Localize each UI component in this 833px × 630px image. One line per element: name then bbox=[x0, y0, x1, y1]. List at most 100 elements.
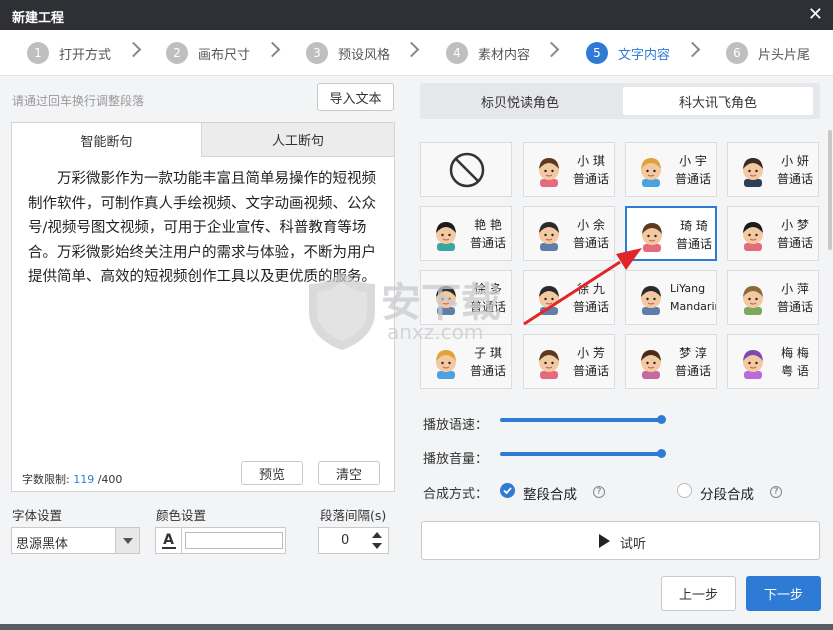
text-color-icon[interactable]: A bbox=[156, 528, 182, 553]
voice-type-label: 普通话 bbox=[674, 172, 711, 186]
voice-name: 小 萍普通话 bbox=[772, 280, 818, 316]
tab-manual-segment[interactable]: 人工断句 bbox=[202, 123, 394, 157]
clear-button[interactable]: 清空 bbox=[318, 461, 380, 485]
tab-smart-segment[interactable]: 智能断句 bbox=[12, 123, 202, 157]
woman-purple-avatar-icon bbox=[743, 350, 763, 379]
radio-whole-checked[interactable] bbox=[500, 483, 515, 498]
voice-name: 小 梦普通话 bbox=[772, 216, 818, 252]
man-suit-avatar-icon bbox=[743, 158, 763, 187]
step-text-content[interactable]: 5 文字内容 bbox=[586, 42, 670, 64]
tab-biaobei-roles[interactable]: 标贝悦读角色 bbox=[424, 87, 616, 115]
voice-name-label: 小 余 bbox=[577, 218, 605, 232]
char-count: 119 bbox=[73, 473, 95, 486]
radio-whole-label[interactable]: 整段合成 bbox=[523, 483, 577, 503]
chevron-right-icon bbox=[264, 41, 281, 58]
step-open-mode[interactable]: 1 打开方式 bbox=[27, 42, 111, 64]
voice-card[interactable]: 梦 淳普通话 bbox=[625, 334, 717, 389]
voice-type-label: 普通话 bbox=[572, 364, 609, 378]
step-intro-outro[interactable]: 6 片头片尾 bbox=[726, 42, 810, 64]
chevron-right-icon bbox=[125, 41, 142, 58]
voice-card[interactable]: 琦 琦普通话 bbox=[625, 206, 717, 261]
voice-type-label: 普通话 bbox=[572, 236, 609, 250]
voice-card[interactable]: 小 宇普通话 bbox=[625, 142, 717, 197]
chevron-right-icon bbox=[543, 41, 560, 58]
voice-name: 小 芳普通话 bbox=[568, 344, 614, 380]
voice-name-label: 徐 九 bbox=[577, 282, 605, 296]
voice-card[interactable]: 小 琪普通话 bbox=[523, 142, 615, 197]
voice-name: 梦 淳普通话 bbox=[670, 344, 716, 380]
color-picker[interactable]: A bbox=[155, 527, 286, 554]
speed-slider[interactable] bbox=[500, 415, 666, 424]
voice-type-label: 普通话 bbox=[776, 300, 813, 314]
listen-button[interactable]: 试听 bbox=[421, 521, 820, 560]
dialog-title: 新建工程 bbox=[12, 11, 65, 26]
char-max: /400 bbox=[97, 473, 123, 486]
color-swatch[interactable] bbox=[185, 532, 283, 549]
voice-card[interactable] bbox=[420, 142, 512, 197]
step-canvas-size[interactable]: 2 画布尺寸 bbox=[166, 42, 250, 64]
voice-card[interactable]: LiYang Mandarin bbox=[625, 270, 717, 325]
step-preset-style[interactable]: 3 预设风格 bbox=[306, 42, 390, 64]
spacing-stepper[interactable]: 0 bbox=[318, 527, 389, 554]
chevron-down-icon[interactable] bbox=[115, 528, 139, 553]
voice-card[interactable]: 小 梦普通话 bbox=[727, 206, 819, 261]
new-project-dialog: 新建工程 ✕ 1 打开方式 2 画布尺寸 3 预设风格 4 素材内容 5 文字内容 6 片头… bbox=[0, 0, 833, 624]
tab-iflytek-roles[interactable]: 科大讯飞角色 bbox=[623, 87, 813, 115]
voice-name: LiYang Mandarin bbox=[670, 280, 716, 316]
close-icon[interactable]: ✕ bbox=[808, 4, 823, 25]
volume-slider[interactable] bbox=[500, 449, 666, 458]
voice-name-label: 小 芳 bbox=[577, 346, 605, 360]
wizard-steps: 1 打开方式 2 画布尺寸 3 预设风格 4 素材内容 5 文字内容 6 片头片尾 bbox=[0, 30, 833, 76]
step-number: 3 bbox=[306, 42, 328, 64]
spacing-value[interactable]: 0 bbox=[341, 533, 349, 548]
radio-segment-label[interactable]: 分段合成 bbox=[700, 483, 754, 503]
voice-name-label: 小 琪 bbox=[577, 154, 605, 168]
voice-card[interactable]: 梅 梅粤 语 bbox=[727, 334, 819, 389]
help-icon[interactable]: ? bbox=[770, 486, 782, 498]
speed-label: 播放语速： bbox=[423, 418, 489, 433]
voice-type-label: 普通话 bbox=[776, 172, 813, 186]
voice-name: 梅 梅粤 语 bbox=[772, 344, 818, 380]
play-icon bbox=[599, 534, 610, 548]
girl-dark-avatar-icon bbox=[743, 222, 763, 251]
next-button[interactable]: 下一步 bbox=[746, 576, 821, 611]
voice-card[interactable]: 艳 艳普通话 bbox=[420, 206, 512, 261]
stepper-up-icon[interactable] bbox=[372, 532, 382, 538]
voice-name-label: 小 妍 bbox=[781, 154, 809, 168]
voice-provider-switch: 标贝悦读角色 科大讯飞角色 bbox=[420, 83, 820, 119]
step-material-content[interactable]: 4 素材内容 bbox=[446, 42, 530, 64]
voice-name: 小 宇普通话 bbox=[670, 152, 716, 188]
voice-card[interactable]: 小 余普通话 bbox=[523, 206, 615, 261]
voice-type-label: 普通话 bbox=[776, 236, 813, 250]
segmentation-tabs: 智能断句 人工断句 bbox=[12, 123, 394, 157]
scrollbar[interactable] bbox=[828, 130, 832, 250]
step-label: 打开方式 bbox=[59, 47, 112, 63]
voice-type-label: 普通话 bbox=[469, 364, 506, 378]
step-label: 文字内容 bbox=[618, 47, 671, 63]
radio-segment[interactable] bbox=[677, 483, 692, 498]
voice-card[interactable]: 小 芳普通话 bbox=[523, 334, 615, 389]
voice-type-label: 普通话 bbox=[572, 172, 609, 186]
voice-name: 子 琪普通话 bbox=[465, 344, 511, 380]
help-icon[interactable]: ? bbox=[593, 486, 605, 498]
voice-name: 艳 艳普通话 bbox=[465, 216, 511, 252]
slider-handle[interactable] bbox=[657, 449, 666, 458]
voice-name-label: 子 琪 bbox=[474, 346, 502, 360]
voice-name: 小 余普通话 bbox=[568, 216, 614, 252]
voice-name-label: 梦 淳 bbox=[679, 346, 707, 360]
prev-button[interactable]: 上一步 bbox=[661, 576, 736, 611]
step-label: 预设风格 bbox=[338, 47, 391, 63]
voice-type-label: 普通话 bbox=[572, 300, 609, 314]
listen-label: 试听 bbox=[620, 537, 647, 552]
slider-handle[interactable] bbox=[657, 415, 666, 424]
voice-card[interactable]: 小 妍普通话 bbox=[727, 142, 819, 197]
voice-card[interactable]: 徐 九普通话 bbox=[523, 270, 615, 325]
import-text-button[interactable]: 导入文本 bbox=[317, 83, 394, 111]
preview-button[interactable]: 预览 bbox=[241, 461, 303, 485]
boy-avatar-icon bbox=[436, 350, 456, 379]
voice-name-label: 梅 梅 bbox=[781, 346, 809, 360]
stepper-down-icon[interactable] bbox=[372, 543, 382, 549]
font-select[interactable]: 思源黑体 bbox=[11, 527, 140, 554]
voice-card[interactable]: 小 萍普通话 bbox=[727, 270, 819, 325]
voice-name: 琦 琦普通话 bbox=[671, 217, 717, 253]
